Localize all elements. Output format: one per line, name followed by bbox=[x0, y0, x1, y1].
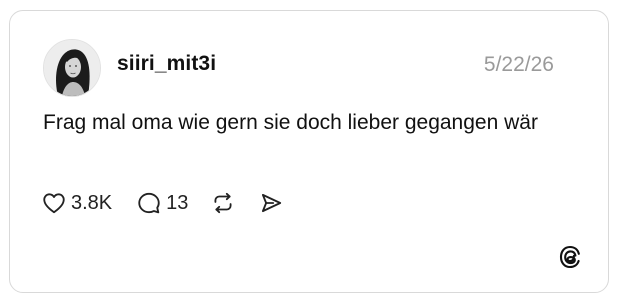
threads-logo-icon bbox=[559, 245, 580, 269]
like-button[interactable]: 3.8K bbox=[41, 190, 112, 216]
repost-button[interactable] bbox=[210, 190, 236, 216]
avatar[interactable] bbox=[43, 39, 101, 97]
post-card: siiri_mit3i 5/22/26 Frag mal oma wie ger… bbox=[9, 10, 609, 293]
send-icon bbox=[262, 193, 282, 213]
action-bar: 3.8K 13 bbox=[41, 189, 284, 217]
reply-button[interactable]: 13 bbox=[136, 190, 188, 216]
post-date: 5/22/26 bbox=[483, 53, 554, 76]
profile-photo-icon bbox=[44, 40, 100, 96]
post-text: Frag mal oma wie gern sie doch lieber ge… bbox=[43, 111, 538, 134]
share-button[interactable] bbox=[258, 190, 284, 216]
heart-icon bbox=[43, 193, 65, 214]
reply-count: 13 bbox=[166, 191, 189, 214]
like-count: 3.8K bbox=[71, 191, 113, 214]
speech-bubble-icon bbox=[138, 192, 160, 214]
username[interactable]: siiri_mit3i bbox=[117, 52, 216, 76]
repost-icon bbox=[214, 192, 232, 214]
